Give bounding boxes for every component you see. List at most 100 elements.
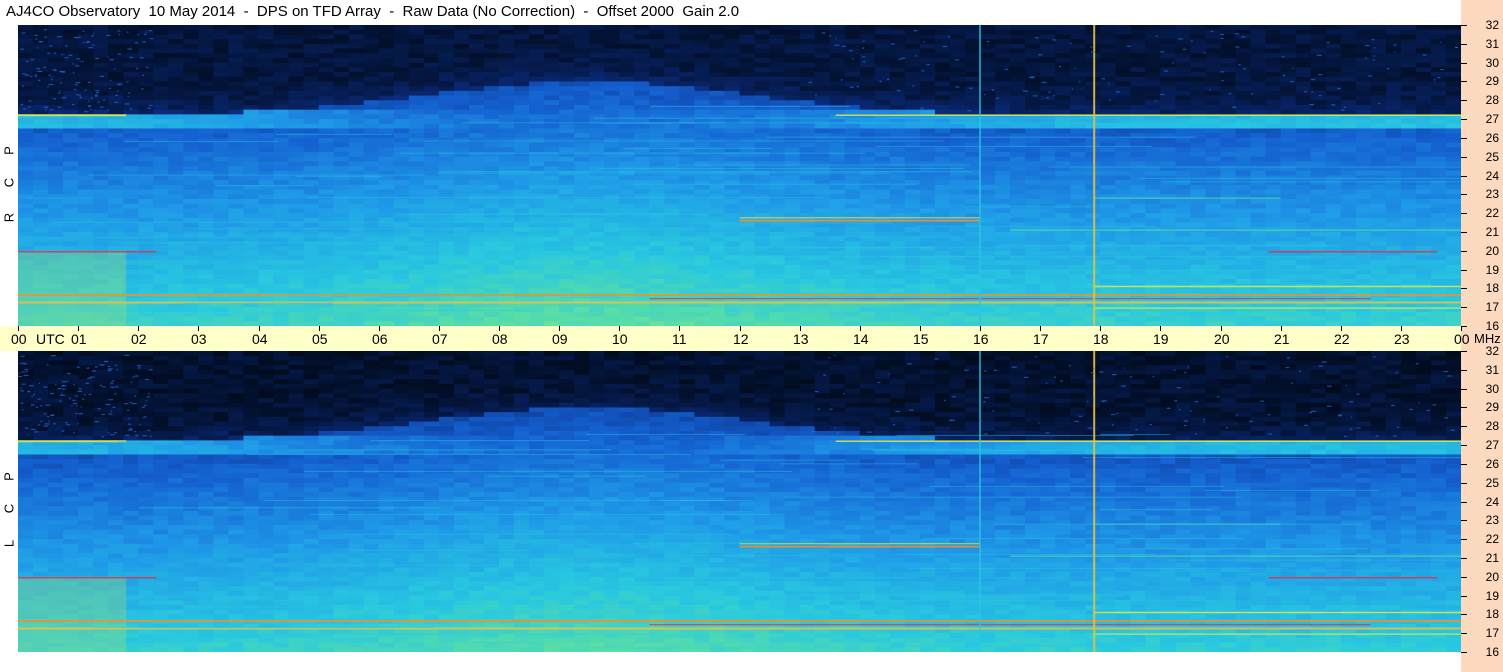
heatmap-cell [724, 217, 741, 224]
heatmap-cell [919, 34, 936, 40]
heatmap-cell [318, 109, 335, 115]
heatmap-cell [754, 180, 771, 186]
heatmap-cell [1085, 180, 1101, 186]
heatmap-cell [529, 57, 545, 64]
heatmap-cell [63, 109, 79, 115]
heatmap-cell [288, 241, 305, 247]
heatmap-cell [769, 100, 786, 106]
heatmap-cell [483, 90, 500, 97]
heatmap-cell [514, 128, 530, 134]
heatmap-cell [78, 180, 94, 186]
heatmap-cell [709, 57, 726, 64]
heatmap-cell [303, 283, 320, 289]
heatmap-cell [1115, 53, 1131, 59]
heatmap-cell [1010, 278, 1026, 285]
heatmap-cell [258, 57, 275, 64]
heatmap-cell [228, 81, 245, 87]
heatmap-cell [649, 269, 665, 275]
heatmap-cell [453, 39, 470, 45]
heatmap-cell [889, 316, 906, 322]
heatmap-cell [228, 189, 245, 195]
heatmap-cell [453, 90, 470, 97]
heatmap-cell [423, 194, 440, 200]
heatmap-cell [1115, 147, 1131, 153]
heatmap-cell [664, 29, 680, 35]
heatmap-cell [724, 90, 741, 97]
heatmap-cell [138, 166, 154, 172]
heatmap-cell [995, 39, 1011, 45]
heatmap-cell [153, 194, 169, 200]
heatmap-cell [243, 67, 260, 73]
heatmap-cell [739, 246, 756, 252]
heatmap-cell [378, 208, 395, 214]
heatmap-cell [844, 62, 861, 68]
heatmap-cell [1040, 170, 1056, 177]
heatmap-cell [423, 307, 440, 313]
heatmap-cell [408, 161, 425, 167]
heatmap-cell [784, 67, 801, 73]
heatmap-cell [559, 29, 575, 35]
heatmap-cell [378, 119, 395, 125]
heatmap-cell [784, 25, 801, 31]
heatmap-cell [964, 199, 981, 205]
heatmap-cell [423, 184, 440, 191]
heatmap-cell [904, 264, 921, 271]
heatmap-cell [649, 25, 665, 31]
heatmap-cell [1115, 184, 1131, 191]
heatmap-cell [529, 227, 545, 233]
heatmap-cell [78, 29, 94, 35]
heatmap-cell [48, 86, 64, 92]
heatmap-cell [679, 133, 696, 139]
heatmap-cell [634, 227, 650, 233]
heatmap-cell [679, 86, 696, 92]
heatmap-cell [213, 67, 230, 73]
heatmap-cell [559, 246, 575, 252]
heatmap-cell [964, 76, 981, 83]
heatmap-cell [934, 278, 951, 285]
heatmap-cell [183, 156, 199, 162]
heatmap-cell [1025, 39, 1041, 45]
heatmap-cell [679, 269, 696, 275]
heatmap-cell [889, 72, 906, 78]
heatmap-cell [1025, 260, 1041, 266]
heatmap-cell [1055, 203, 1071, 210]
heatmap-cell [93, 180, 109, 186]
heatmap-cell [183, 53, 199, 59]
heatmap-cell [243, 39, 260, 45]
heatmap-cell [1100, 147, 1116, 153]
heatmap-cell [829, 227, 846, 233]
heatmap-cell [123, 119, 139, 125]
heatmap-cell [574, 255, 590, 261]
heatmap-cell [453, 278, 470, 285]
heatmap-cell [258, 180, 275, 186]
heatmap-cell [709, 137, 726, 144]
heatmap-cell [784, 184, 801, 191]
heatmap-cell [589, 100, 605, 106]
heatmap-cell [333, 278, 350, 285]
heatmap-cell [123, 184, 139, 191]
heatmap-cell [138, 137, 154, 144]
heatmap-cell [574, 119, 590, 125]
heatmap-cell [243, 194, 260, 200]
heatmap-cell [153, 57, 169, 64]
heatmap-cell [904, 133, 921, 139]
heatmap-cell [348, 119, 365, 125]
heatmap-cell [859, 307, 876, 313]
heatmap-cell [1085, 43, 1101, 50]
heatmap-cell [904, 128, 921, 134]
heatmap-cell [574, 180, 590, 186]
heatmap-cell [318, 90, 335, 97]
heatmap-cell [33, 208, 49, 214]
heatmap-cell [468, 25, 485, 31]
heatmap-cell [844, 236, 861, 242]
heatmap-cell [709, 67, 726, 73]
heatmap-cell [363, 274, 380, 280]
heatmap-cell [48, 180, 64, 186]
heatmap-cell [33, 29, 49, 35]
heatmap-cell [1175, 288, 1192, 294]
heatmap-cell [288, 128, 305, 134]
heatmap-cell [904, 43, 921, 50]
heatmap-cell [634, 184, 650, 191]
heatmap-cell [348, 109, 365, 115]
heatmap-cell [423, 72, 440, 78]
